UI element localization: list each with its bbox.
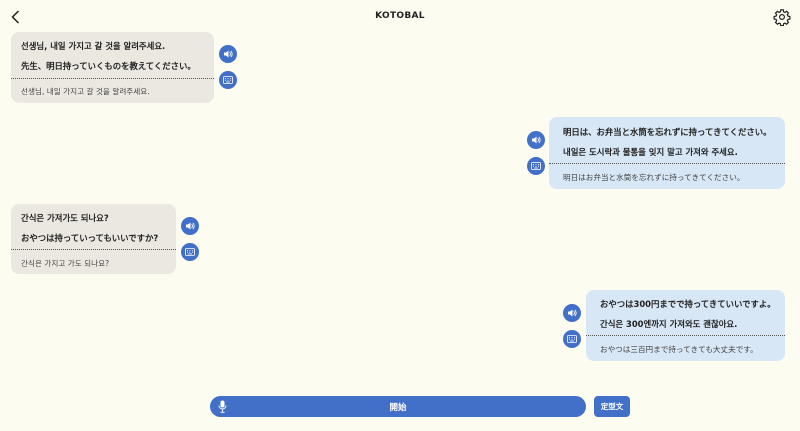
speaker-button[interactable] (181, 217, 199, 235)
keyboard-button[interactable] (181, 243, 199, 261)
speaker-icon (186, 222, 195, 230)
message-back-translation-text: おやつは三百円まで持ってきても大丈夫です。 (600, 345, 758, 354)
speaker-button[interactable] (219, 45, 237, 63)
keyboard-button[interactable] (527, 157, 545, 175)
message-original-text: 선생님, 내일 가지고 갈 것을 알려주세요. (21, 41, 166, 51)
speaker-button[interactable] (563, 304, 581, 322)
keyboard-icon (223, 76, 233, 84)
divider (549, 163, 785, 164)
gear-icon[interactable] (773, 8, 791, 26)
phrases-button[interactable]: 定型文 (594, 396, 630, 417)
keyboard-icon (567, 335, 577, 343)
message-translation-text: おやつは持っていってもいいですか? (21, 233, 159, 243)
speaker-icon (568, 309, 577, 317)
speaker-icon (532, 136, 541, 144)
keyboard-button[interactable] (219, 71, 237, 89)
message-back-translation-text: 明日はお弁当と水筒を忘れずに持ってきてください。 (563, 173, 745, 182)
message-bubble: 간식은 가져가도 되나요? おやつは持っていってもいいですか? 간식은 가지고 … (11, 204, 176, 274)
start-button[interactable]: 開始 (210, 396, 586, 417)
speaker-icon (224, 50, 233, 58)
message-original-text: 明日は、お弁当と水筒を忘れずに持ってきてください。 (563, 127, 772, 137)
message-bubble: 明日は、お弁当と水筒を忘れずに持ってきてください。 내일은 도시락과 물통을 잊… (549, 117, 785, 189)
message-translation-text: 先生、明日持っていくものを教えてください。 (21, 61, 196, 71)
divider (586, 335, 785, 336)
message-bubble: おやつは300円までで持ってきていいですよ。 간식은 300엔까지 가져와도 괜… (586, 290, 785, 361)
header: KOTOBAL (0, 0, 800, 34)
app-title: KOTOBAL (375, 11, 425, 21)
keyboard-icon (185, 248, 195, 256)
message-original-text: 간식은 가져가도 되나요? (21, 213, 109, 223)
message-back-translation-text: 선생님, 내일 가지고 갈 것을 알려주세요. (21, 87, 150, 96)
keyboard-icon (531, 162, 541, 170)
divider (11, 249, 176, 250)
message-translation-text: 간식은 300엔까지 가져와도 괜찮아요. (600, 319, 738, 329)
keyboard-button[interactable] (563, 330, 581, 348)
message-translation-text: 내일은 도시락과 물통을 잊지 말고 가져와 주세요. (563, 147, 738, 157)
divider (11, 78, 214, 79)
message-back-translation-text: 간식은 가지고 가도 되나요? (21, 259, 110, 268)
message-original-text: おやつは300円までで持ってきていいですよ。 (600, 299, 776, 309)
message-bubble: 선생님, 내일 가지고 갈 것을 알려주세요. 先生、明日持っていくものを教えて… (11, 32, 214, 103)
start-label: 開始 (389, 403, 407, 413)
speaker-button[interactable] (527, 131, 545, 149)
